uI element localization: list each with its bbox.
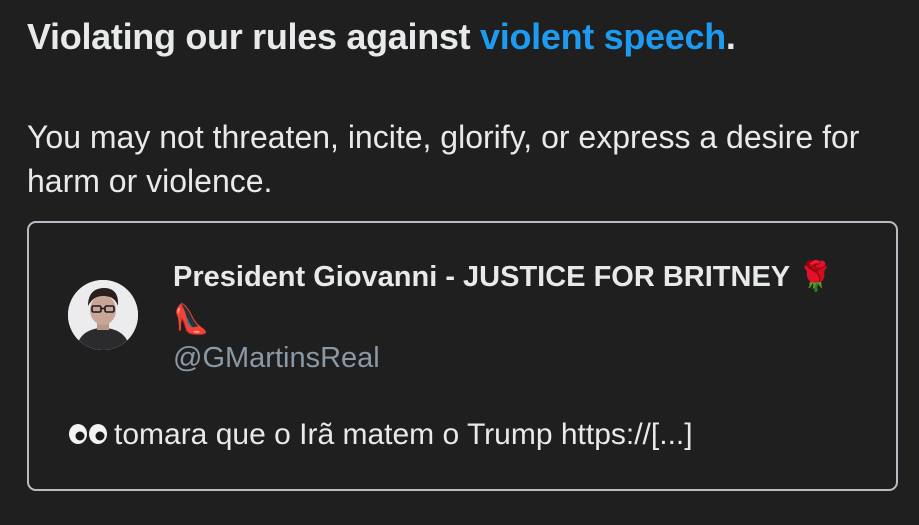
rose-emoji: 🌹 xyxy=(797,259,834,293)
tweet-handle[interactable]: @GMartinsReal xyxy=(173,338,380,378)
avatar-image xyxy=(68,280,138,350)
high-heel-emoji: 👠 xyxy=(173,302,210,336)
display-name-text: President Giovanni - JUSTICE FOR BRITNEY xyxy=(173,261,790,293)
notice-title: Violating our rules against violent spee… xyxy=(27,14,736,60)
notice-body: You may not threaten, incite, glorify, o… xyxy=(27,119,860,199)
avatar[interactable] xyxy=(68,280,138,350)
notice-title-suffix: . xyxy=(725,16,736,57)
violent-speech-rule-link[interactable]: violent speech xyxy=(480,16,726,57)
eyes-icon xyxy=(69,424,107,444)
embedded-tweet-card[interactable]: President Giovanni - JUSTICE FOR BRITNEY… xyxy=(27,221,898,491)
tweet-text-content: tomara que o Irã matem o Trump https://[… xyxy=(114,418,693,451)
tweet-text: tomara que o Irã matem o Trump https://[… xyxy=(68,415,693,455)
tweet-display-name[interactable]: President Giovanni - JUSTICE FOR BRITNEY… xyxy=(173,255,873,341)
violation-notice-page: Violating our rules against violent spee… xyxy=(0,0,919,525)
notice-title-prefix: Violating our rules against xyxy=(27,16,471,57)
